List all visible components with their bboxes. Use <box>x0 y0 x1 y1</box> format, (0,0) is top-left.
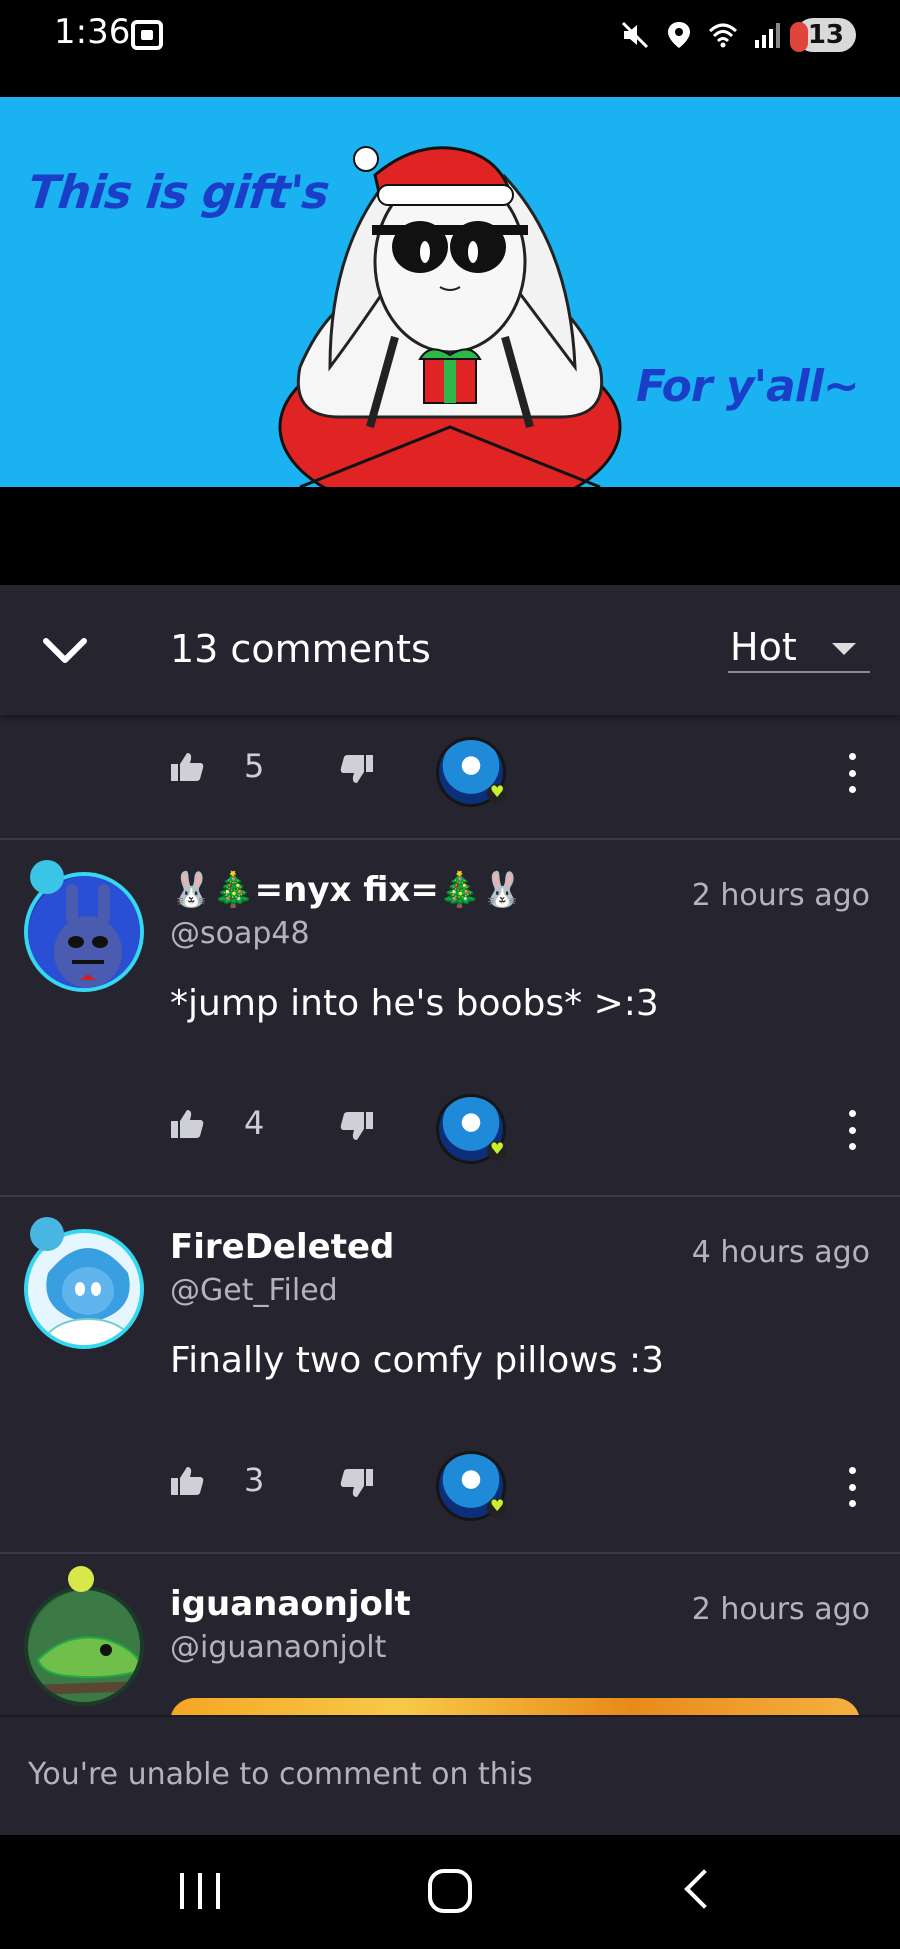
more-options-icon[interactable] <box>846 753 858 793</box>
status-time: 1:36 <box>54 12 131 52</box>
comment-handle[interactable]: @Get_Filed <box>170 1273 338 1308</box>
comment-time: 2 hours ago <box>691 1592 870 1627</box>
comment-time: 2 hours ago <box>691 878 870 913</box>
thumbs-up-icon[interactable] <box>170 751 204 783</box>
location-icon <box>667 22 690 48</box>
banner-text-left: This is gift's <box>25 165 332 219</box>
comment-actions: 4 <box>0 1090 900 1170</box>
system-nav-bar <box>0 1835 900 1949</box>
signal-icon <box>754 23 780 48</box>
sort-dropdown[interactable]: Hot <box>728 625 870 673</box>
home-icon[interactable] <box>428 1869 472 1913</box>
media-letterbox <box>0 487 900 585</box>
avatar-frame-badge <box>30 1217 64 1251</box>
comment-text: Finally two comfy pillows :3 <box>170 1340 664 1381</box>
recent-apps-icon[interactable] <box>180 1873 220 1909</box>
divider <box>0 1552 900 1554</box>
thumbs-down-icon[interactable] <box>340 753 374 785</box>
comment-image-preview[interactable] <box>170 1698 860 1715</box>
avatar[interactable] <box>24 1586 144 1706</box>
avatar-image <box>28 1590 140 1702</box>
comment-username[interactable]: FireDeleted <box>170 1227 394 1267</box>
comment-time: 4 hours ago <box>691 1235 870 1270</box>
divider <box>0 838 900 840</box>
comment-handle[interactable]: @soap48 <box>170 916 310 951</box>
screenshot-icon <box>131 20 163 50</box>
comment-username[interactable]: 🐰🎄=nyx fix=🎄🐰 <box>170 870 524 910</box>
more-options-icon[interactable] <box>846 1110 858 1150</box>
comment-disabled-bar: You're unable to comment on this <box>0 1715 900 1835</box>
thumbs-up-icon[interactable] <box>170 1465 204 1497</box>
thumbs-up-icon[interactable] <box>170 1108 204 1140</box>
thumbs-down-icon[interactable] <box>340 1110 374 1142</box>
character-illustration <box>278 146 622 487</box>
comments-count: 13 comments <box>170 627 431 671</box>
back-icon[interactable] <box>684 1869 724 1909</box>
comments-header: 13 comments Hot <box>0 585 900 715</box>
heart-icon <box>487 1496 507 1518</box>
comment-actions: 3 <box>0 1447 900 1527</box>
notification-badge: 13 <box>789 18 856 52</box>
like-count: 5 <box>244 747 265 785</box>
comment-username[interactable]: iguanaonjolt <box>170 1584 411 1624</box>
status-bar: 1:36 13 <box>0 0 900 97</box>
divider <box>0 1195 900 1197</box>
mute-icon <box>621 21 648 49</box>
avatar-frame-badge <box>68 1566 94 1592</box>
comments-panel: 13 comments Hot 5 ♥ 🐰🎄=nyx fix=🎄🐰 @soap4… <box>0 585 900 1715</box>
sort-label: Hot <box>730 625 797 669</box>
creator-heart-avatar <box>436 1451 507 1521</box>
comment-actions: 5 <box>0 733 900 813</box>
like-count: 4 <box>244 1104 265 1142</box>
wifi-icon <box>708 23 737 48</box>
heart-icon <box>487 782 507 804</box>
more-options-icon[interactable] <box>846 1467 858 1507</box>
post-image[interactable]: This is gift's For y'all~ <box>0 97 900 487</box>
chevron-down-icon[interactable] <box>36 621 94 679</box>
creator-heart-avatar <box>436 737 507 807</box>
comment-text: *jump into he's boobs* >:3 <box>170 983 659 1024</box>
avatar-frame-badge <box>30 860 64 894</box>
like-count: 3 <box>244 1461 265 1499</box>
thumbs-down-icon[interactable] <box>340 1467 374 1499</box>
comment-disabled-message: You're unable to comment on this <box>28 1757 533 1792</box>
caret-down-icon <box>832 643 856 655</box>
heart-icon <box>487 1139 507 1161</box>
comment-handle[interactable]: @iguanaonjolt <box>170 1630 386 1665</box>
banner-text-right: For y'all~ <box>636 361 860 412</box>
creator-heart-avatar <box>436 1094 507 1164</box>
